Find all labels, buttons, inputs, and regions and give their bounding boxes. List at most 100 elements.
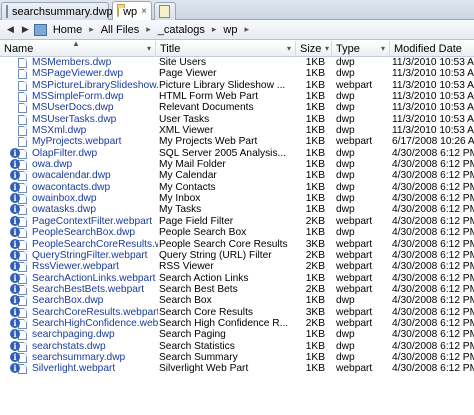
file-row[interactable]: MyProjects.webpart My Projects Web Part 1K… xyxy=(0,136,474,148)
file-row[interactable]: i SearchBestBets.webpart Search Best Bets 2… xyxy=(0,283,474,295)
column-header-title[interactable]: Title ▾ xyxy=(156,41,296,57)
file-name[interactable]: QueryStringFilter.webpart xyxy=(32,250,158,261)
breadcrumb-home[interactable]: Home xyxy=(51,24,84,36)
breadcrumb-wp[interactable]: wp xyxy=(221,24,239,36)
file-row[interactable]: MSUserTasks.dwp User Tasks 1KB dwp 11/3/2010… xyxy=(0,114,474,125)
file-name[interactable]: searchstats.dwp xyxy=(32,341,158,352)
file-icon-cell: i xyxy=(9,283,29,295)
file-row[interactable]: MSSimpleForm.dwp HTML Form Web Part 1KB dwp… xyxy=(0,91,474,103)
file-row[interactable]: i SearchBox.dwp Search Box 1KB dwp 4/30/2008 … xyxy=(0,295,474,307)
file-row[interactable]: MSPictureLibrarySlideshow.w...Picture Li… xyxy=(0,80,474,91)
file-name[interactable]: SearchHighConfidence.webpart xyxy=(32,318,158,329)
file-name[interactable]: PeopleSearchBox.dwp xyxy=(32,227,158,238)
file-row[interactable]: i SearchCoreResults.webpart Search Core Re… xyxy=(0,306,474,318)
chevron-down-icon[interactable]: ▾ xyxy=(325,41,329,57)
file-name[interactable]: MSSimpleForm.dwp xyxy=(32,91,158,102)
chevron-down-icon[interactable]: ▾ xyxy=(147,41,151,57)
file-row[interactable]: i SearchHighConfidence.webpartSearch High… xyxy=(0,317,474,329)
column-header-type[interactable]: Type ▾ xyxy=(332,41,390,57)
file-name[interactable]: owa.dwp xyxy=(32,159,158,170)
file-type: webpart xyxy=(336,272,373,284)
file-name[interactable]: owacalendar.dwp xyxy=(32,170,158,181)
file-row[interactable]: i owatasks.dwp My Tasks 1KB dwp 4/30/2008 6:1… xyxy=(0,204,474,216)
file-row[interactable]: MSPageViewer.dwp Page Viewer 1KB dwp 11/3/20… xyxy=(0,68,474,80)
file-title: Search Core Results xyxy=(159,306,253,318)
file-size: 2KB xyxy=(305,317,325,329)
chevron-down-icon[interactable]: ▾ xyxy=(287,41,291,57)
file-name[interactable]: searchpaging.dwp xyxy=(32,329,158,340)
back-icon[interactable]: ◀ xyxy=(4,24,17,35)
file-icon-cell xyxy=(9,114,29,125)
forward-icon[interactable]: ▶ xyxy=(19,24,32,35)
page-icon xyxy=(18,137,27,148)
file-row[interactable]: i RssViewer.webpart RSS Viewer 2KB webpart 4/… xyxy=(0,261,474,273)
file-title: RSS Viewer xyxy=(159,261,214,273)
file-row[interactable]: i searchpaging.dwp Search Paging 1KB dwp 4/30… xyxy=(0,329,474,341)
file-row[interactable]: MSXml.dwp XML Viewer 1KB dwp 11/3/2010 10:53… xyxy=(0,125,474,137)
file-row[interactable]: i PeopleSearchCoreResults.web...People Se… xyxy=(0,238,474,250)
breadcrumb-separator-icon[interactable]: ▸ xyxy=(209,24,220,35)
column-header-size[interactable]: Size ▾ xyxy=(296,41,332,57)
file-name[interactable]: owacontacts.dwp xyxy=(32,182,158,193)
file-icon-cell: i xyxy=(9,159,29,171)
file-name[interactable]: owatasks.dwp xyxy=(32,204,158,215)
file-row[interactable]: i owacalendar.dwp My Calendar 1KB dwp 4/30/20… xyxy=(0,170,474,182)
breadcrumb-separator-icon[interactable]: ▸ xyxy=(143,24,154,35)
file-name[interactable]: MSPageViewer.dwp xyxy=(32,68,158,79)
file-name[interactable]: PageContextFilter.webpart xyxy=(32,216,158,227)
file-row[interactable]: MSUserDocs.dwp Relevant Documents 1KB dwp 11… xyxy=(0,102,474,114)
file-name[interactable]: searchsummary.dwp xyxy=(32,352,158,363)
file-name[interactable]: RssViewer.webpart xyxy=(32,261,158,272)
file-modified-date: 4/30/2008 6:12 PM xyxy=(392,193,474,205)
file-name[interactable]: SearchCoreResults.webpart xyxy=(32,307,158,318)
file-row[interactable]: i searchsummary.dwp Search Summary 1KB dwp 4/… xyxy=(0,351,474,363)
file-name[interactable]: MSUserTasks.dwp xyxy=(32,114,158,125)
close-icon[interactable]: × xyxy=(141,6,147,17)
tab-wp[interactable]: wp × xyxy=(112,1,152,21)
chevron-down-icon[interactable]: ▾ xyxy=(381,41,385,57)
new-tab-button[interactable] xyxy=(154,2,176,20)
file-name[interactable]: MyProjects.webpart xyxy=(32,136,158,147)
tab-searchsummary[interactable]: searchsummary.dwp × xyxy=(1,2,123,20)
file-name[interactable]: SearchBestBets.webpart xyxy=(32,284,158,295)
file-modified-date: 11/3/2010 10:53 AM xyxy=(392,125,474,137)
home-icon xyxy=(33,23,47,36)
file-title: Query String (URL) Filter xyxy=(159,249,272,261)
file-name[interactable]: SearchActionLinks.webpart xyxy=(32,273,158,284)
page-icon xyxy=(18,92,27,103)
file-row[interactable]: i owa.dwp My Mail Folder 1KB dwp 4/30/2008 6:… xyxy=(0,159,474,171)
page-icon xyxy=(18,114,27,125)
file-name[interactable]: MSUserDocs.dwp xyxy=(32,102,158,113)
file-icon-cell xyxy=(9,102,29,114)
file-row[interactable]: i owainbox.dwp My Inbox 1KB dwp 4/30/2008 6:1… xyxy=(0,193,474,205)
file-row[interactable]: i QueryStringFilter.webpart Query String (… xyxy=(0,249,474,261)
file-modified-date: 4/30/2008 6:12 PM xyxy=(392,215,474,227)
file-modified-date: 4/30/2008 6:12 PM xyxy=(392,283,474,295)
file-name[interactable]: MSPictureLibrarySlideshow.w... xyxy=(32,80,158,91)
file-row[interactable]: i searchstats.dwp Search Statistics 1KB dwp 4… xyxy=(0,340,474,352)
file-row[interactable]: i owacontacts.dwp My Contacts 1KB dwp 4/30/20… xyxy=(0,181,474,193)
file-name[interactable]: OlapFilter.dwp xyxy=(32,148,158,159)
file-name[interactable]: SearchBox.dwp xyxy=(32,295,158,306)
folder-icon xyxy=(117,4,126,17)
file-name[interactable]: PeopleSearchCoreResults.web... xyxy=(32,239,158,250)
file-list: MSMembers.dwp Site Users 1KB dwp 11/3/2010 1… xyxy=(0,57,474,415)
file-name[interactable]: owainbox.dwp xyxy=(32,193,158,204)
file-name[interactable]: Silverlight.webpart xyxy=(32,363,158,374)
column-header-row: Name ▲ ▾ Title ▾ Size ▾ Type ▾ Modified … xyxy=(0,41,474,57)
file-row[interactable]: i SearchActionLinks.webpart Search Action … xyxy=(0,272,474,284)
file-row[interactable]: i PeopleSearchBox.dwp People Search Box 1KB… xyxy=(0,227,474,239)
file-row[interactable]: MSMembers.dwp Site Users 1KB dwp 11/3/2010 1… xyxy=(0,57,474,68)
file-icon-cell: i xyxy=(9,193,29,205)
breadcrumb-separator-icon[interactable]: ▸ xyxy=(241,24,252,35)
column-header-modified[interactable]: Modified Date xyxy=(390,41,474,57)
breadcrumb-all-files[interactable]: All Files xyxy=(99,24,142,36)
file-name[interactable]: MSMembers.dwp xyxy=(32,57,158,68)
file-row[interactable]: i PageContextFilter.webpart Page Field Fil… xyxy=(0,215,474,227)
breadcrumb-separator-icon[interactable]: ▸ xyxy=(86,24,97,35)
file-row[interactable]: i Silverlight.webpart Silverlight Web Part… xyxy=(0,363,474,375)
column-header-name[interactable]: Name ▲ ▾ xyxy=(0,41,156,57)
breadcrumb-catalogs[interactable]: _catalogs xyxy=(156,24,207,36)
file-row[interactable]: i OlapFilter.dwp SQL Server 2005 Analysis.… xyxy=(0,147,474,159)
file-name[interactable]: MSXml.dwp xyxy=(32,125,158,136)
